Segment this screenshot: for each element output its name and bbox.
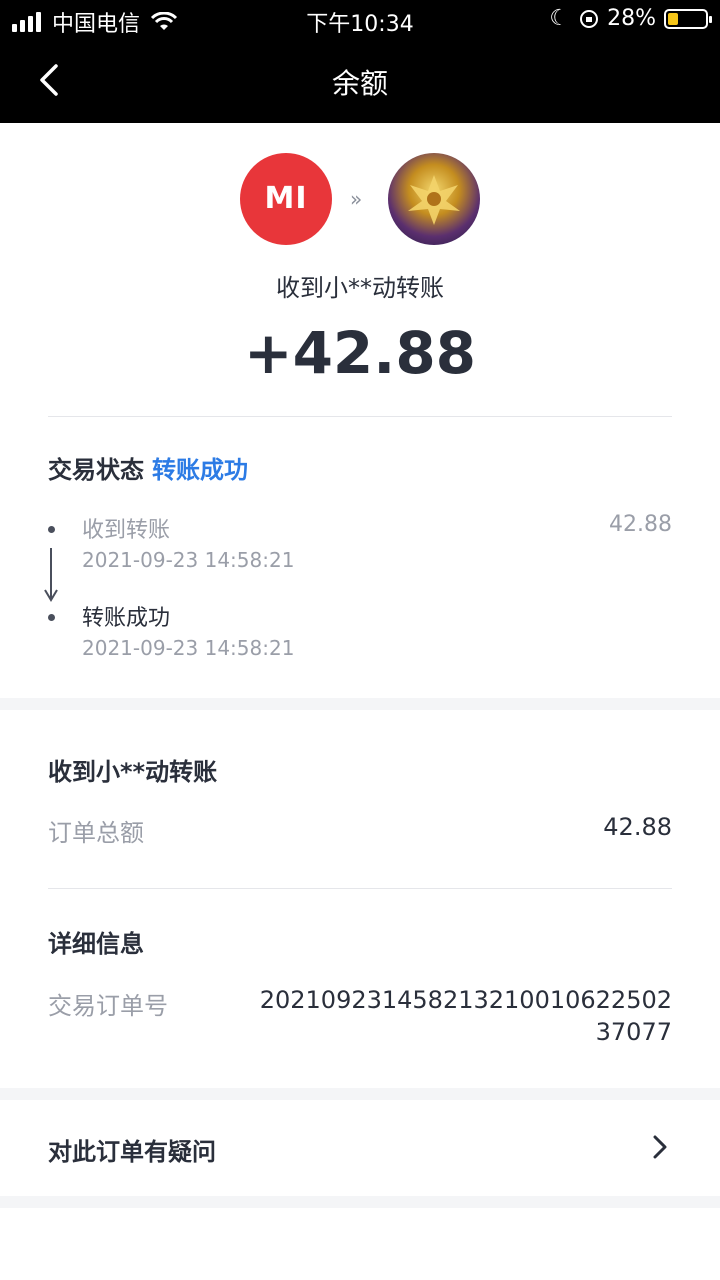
nav-bar: 余额 (0, 40, 720, 123)
step-time: 2021-09-23 14:58:21 (82, 636, 295, 660)
step-value: 42.88 (609, 512, 672, 537)
transfer-header: MI » 收到小**动转账 +42.88 (0, 123, 720, 417)
status-bar: 中国电信 下午10:34 ☾ 28% (0, 0, 720, 40)
order-total-label: 订单总额 (48, 819, 144, 847)
order-number-line: 202109231458213210010622502 (259, 986, 672, 1014)
order-number-label: 交易订单号 (48, 992, 168, 1020)
battery-percent: 28% (607, 6, 656, 31)
rotation-lock-icon (580, 9, 599, 28)
order-section: 收到小**动转账 订单总额 42.88 详细信息 交易订单号 202109231… (0, 710, 720, 1088)
order-title: 收到小**动转账 (48, 758, 218, 786)
double-chevron-right-icon: » (350, 187, 363, 211)
timeline-step: 收到转账 2021-09-23 14:58:21 42.88 (48, 512, 672, 572)
page-title: 余额 (331, 67, 388, 100)
order-total-value: 42.88 (603, 813, 672, 841)
golden-wing-image (408, 175, 460, 225)
timeline-dot (48, 614, 55, 621)
section-gap (0, 1088, 720, 1100)
divider (48, 888, 672, 889)
timeline-step: 转账成功 2021-09-23 14:58:21 (48, 600, 672, 660)
transfer-amount: +42.88 (243, 319, 477, 387)
step-label: 转账成功 (82, 606, 171, 631)
timeline-down-arrow-icon (44, 548, 58, 602)
battery-icon (664, 8, 712, 29)
transfer-subtitle: 收到小**动转账 (276, 274, 444, 302)
status-value: 转账成功 (152, 456, 248, 484)
order-number-value[interactable]: 202109231458213210010622502 37077 (252, 984, 672, 1048)
order-question-label: 对此订单有疑问 (48, 1138, 216, 1166)
order-number-line: 37077 (595, 1018, 672, 1046)
transaction-status-section: 交易状态 转账成功 收到转账 2021-09-23 14:58:21 42.88 … (0, 418, 720, 698)
moon-icon: ☾ (549, 6, 570, 31)
timeline-dot (48, 526, 55, 533)
section-gap (0, 698, 720, 710)
receiver-avatar (388, 153, 480, 245)
step-time: 2021-09-23 14:58:21 (82, 548, 295, 572)
divider (48, 416, 672, 417)
status-title: 交易状态 转账成功 (48, 450, 248, 485)
detail-title: 详细信息 (48, 930, 144, 958)
section-gap (0, 1196, 720, 1208)
chevron-right-icon (653, 1135, 667, 1159)
sender-avatar: MI (240, 153, 332, 245)
step-label: 收到转账 (82, 518, 171, 543)
status-label: 交易状态 (48, 456, 144, 484)
order-question-row[interactable]: 对此订单有疑问 (0, 1100, 720, 1196)
